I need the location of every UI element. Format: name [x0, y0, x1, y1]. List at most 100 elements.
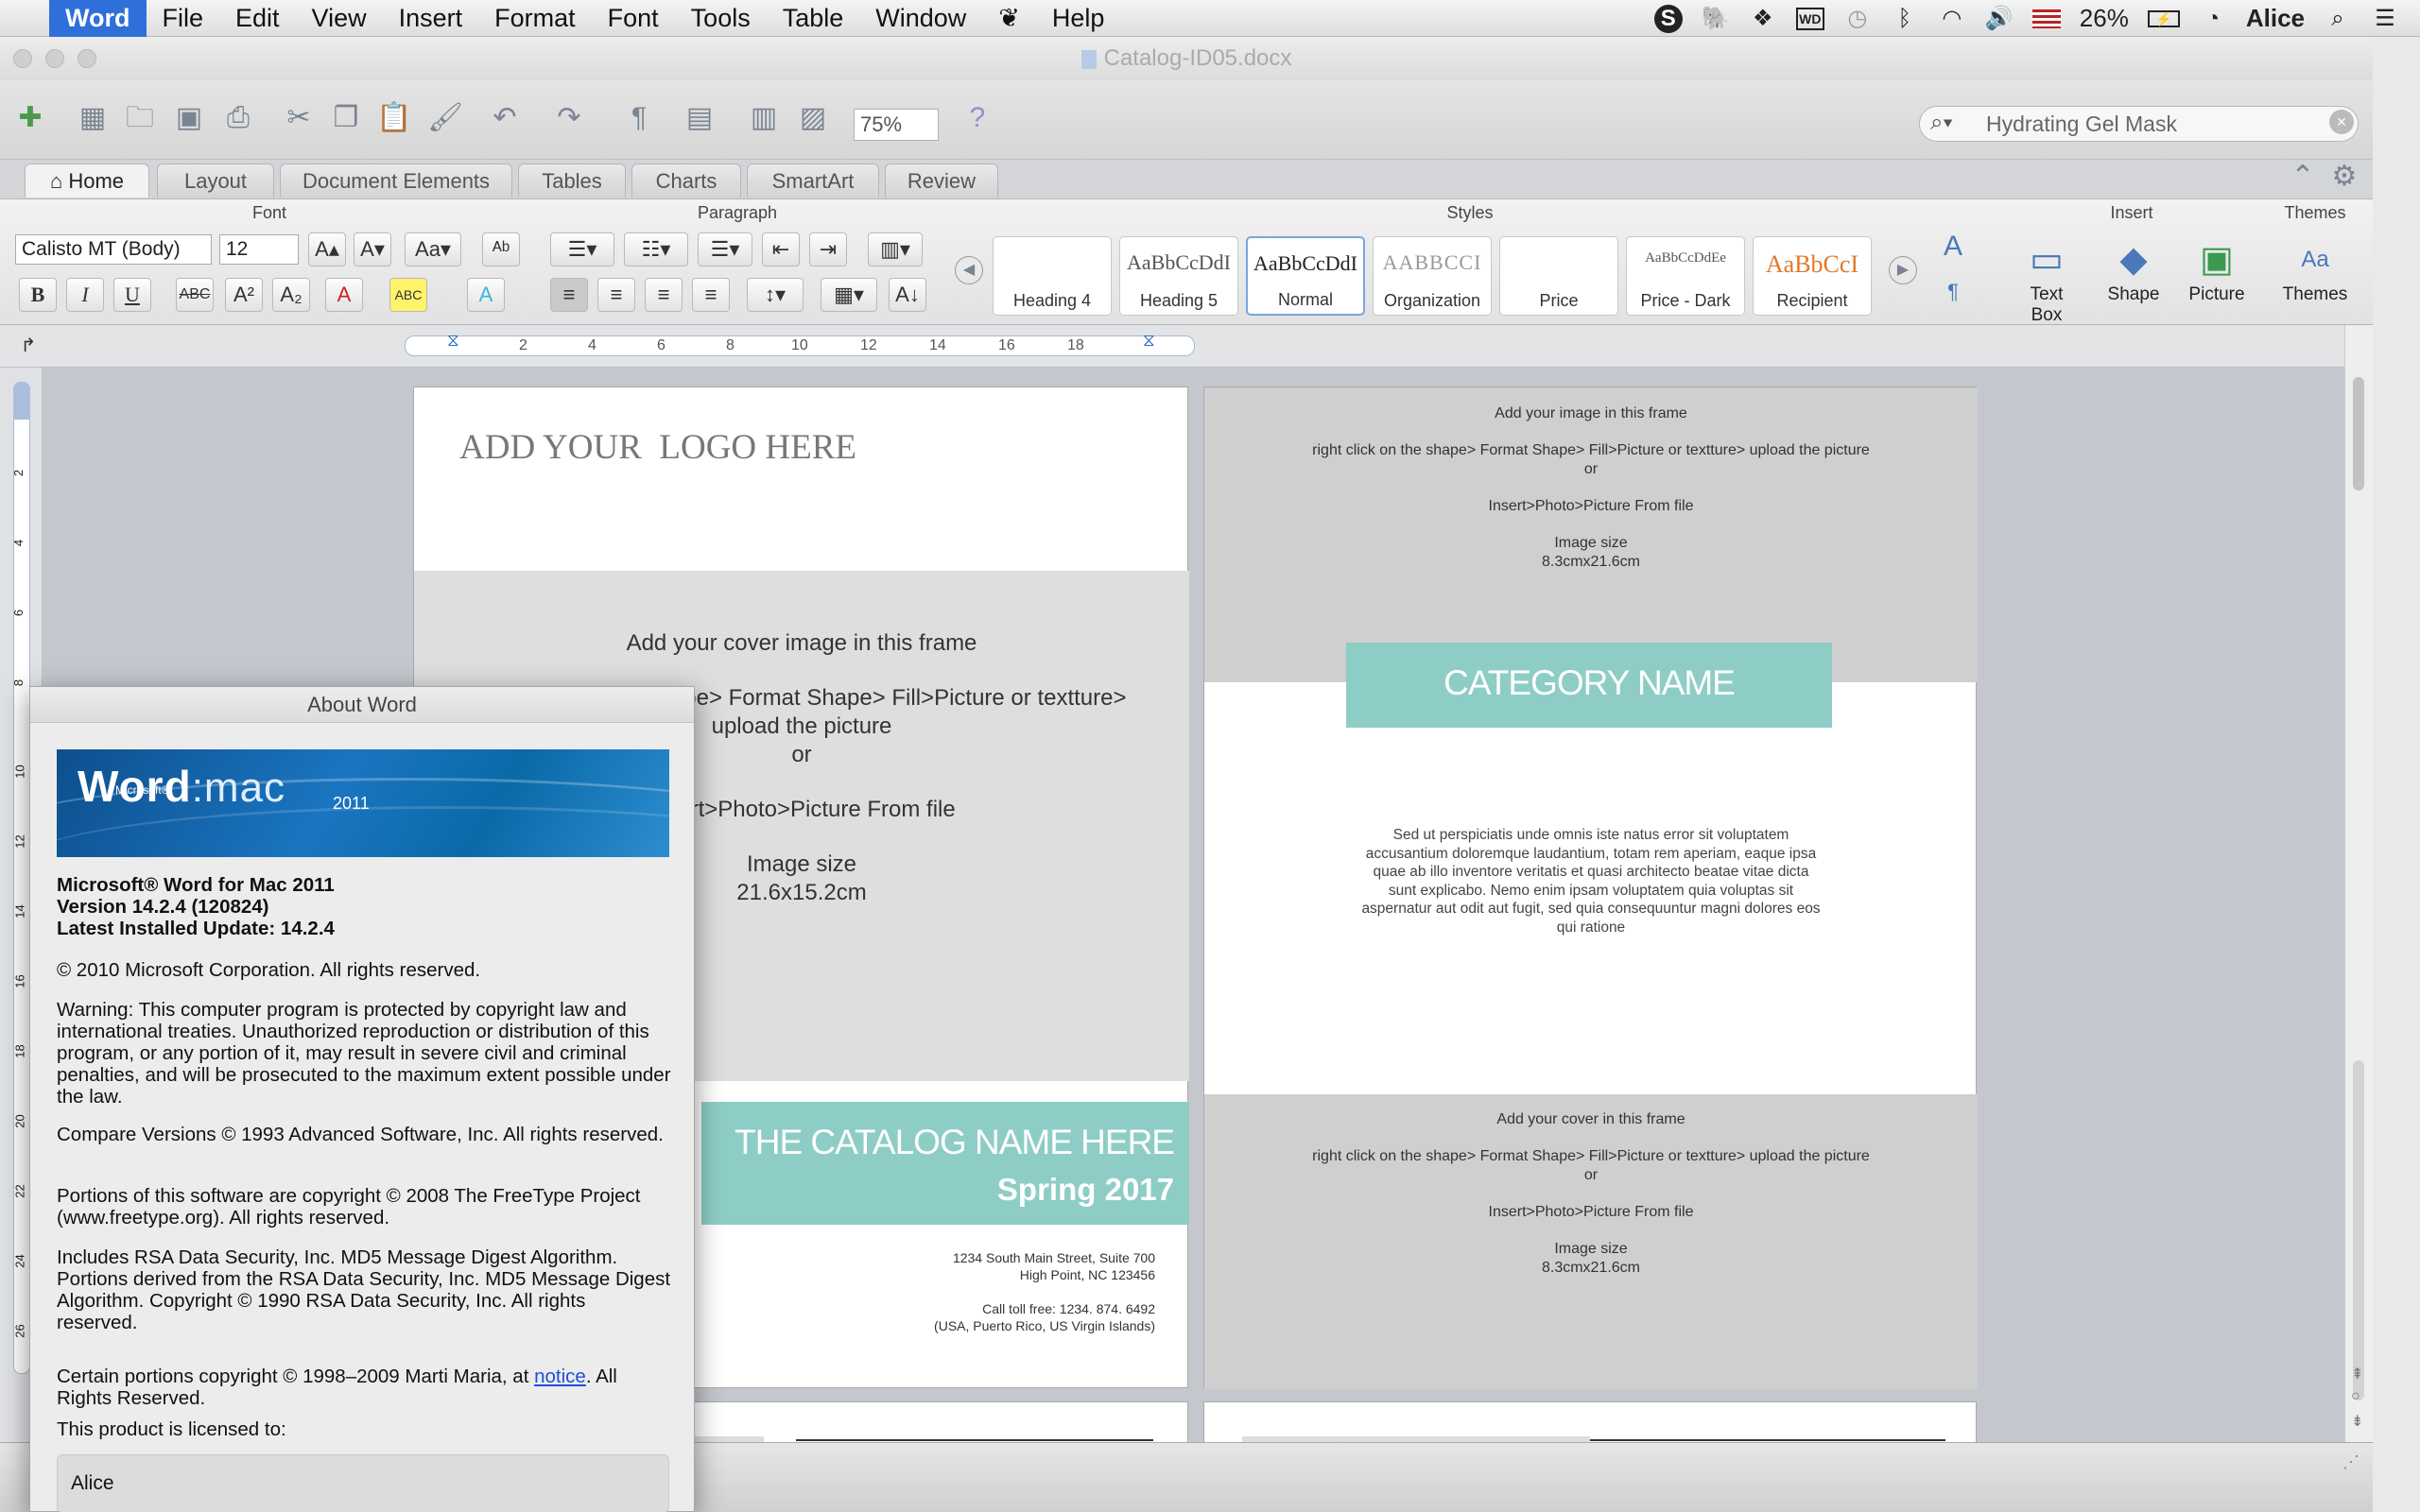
dropbox-icon[interactable]: ❖	[1749, 5, 1777, 33]
sort-icon[interactable]: A↓	[889, 278, 926, 312]
multilevel-list-icon[interactable]: ☰▾	[698, 232, 752, 266]
toolbox-icon[interactable]: ▨	[796, 101, 830, 135]
previous-page-icon[interactable]: ⇞	[2351, 1365, 2363, 1383]
menu-edit[interactable]: Edit	[219, 0, 296, 37]
borders-icon[interactable]: ▦▾	[821, 278, 877, 312]
numbering-icon[interactable]: ☷▾	[624, 232, 688, 266]
clock-icon[interactable]: ◔	[2199, 5, 2227, 33]
vertical-scrollbar[interactable]: ⇞ ○ ⇟	[2344, 325, 2373, 1442]
open-icon[interactable]: 🗀	[123, 101, 157, 135]
tab-stop-selector-icon[interactable]: ↱	[11, 329, 45, 363]
align-left-button[interactable]: ≡	[550, 278, 588, 312]
flag-us-icon[interactable]	[2031, 9, 2061, 28]
menu-app-word[interactable]: Word	[49, 0, 147, 37]
clear-search-icon[interactable]: ×	[2329, 110, 2354, 134]
resize-grip-icon[interactable]: ⋰	[2342, 1452, 2360, 1472]
script-menu-icon[interactable]: ❦	[982, 0, 1036, 37]
style-price-dark[interactable]: AaBbCcDdEe Price - Dark	[1626, 236, 1745, 316]
justify-button[interactable]: ≡	[692, 278, 730, 312]
styles-pane-icon[interactable]: ¶	[1936, 275, 1970, 309]
tab-charts[interactable]: Charts	[631, 163, 741, 198]
right-indent-marker[interactable]: ⧖	[1143, 331, 1155, 351]
superscript-button[interactable]: A²	[225, 278, 263, 312]
volume-icon[interactable]: 🔊	[1985, 5, 2014, 33]
underline-button[interactable]: U	[113, 278, 151, 312]
font-color-icon[interactable]: A	[325, 278, 363, 312]
menu-help[interactable]: Help	[1036, 0, 1121, 37]
clear-formatting-icon[interactable]: ᴬᵇ	[482, 232, 520, 266]
style-normal[interactable]: AaBbCcDdI Normal	[1246, 236, 1365, 316]
tab-review[interactable]: Review	[885, 163, 998, 198]
close-window-button[interactable]	[13, 49, 32, 68]
style-heading-4[interactable]: Heading 4	[993, 236, 1112, 316]
next-right-page[interactable]	[1203, 1401, 1977, 1442]
user-name[interactable]: Alice	[2246, 4, 2305, 33]
scrollbar-thumb-lower[interactable]	[2353, 1060, 2364, 1400]
tab-smartart[interactable]: SmartArt	[747, 163, 879, 198]
new-document-icon[interactable]: ✚	[13, 101, 47, 135]
right-page[interactable]: Add your image in this frame right click…	[1203, 387, 1978, 1389]
menu-file[interactable]: File	[147, 0, 220, 37]
tab-home[interactable]: ⌂ Home	[25, 163, 149, 198]
templates-icon[interactable]: ▦	[76, 101, 110, 135]
tab-document-elements[interactable]: Document Elements	[280, 163, 512, 198]
logo-placeholder[interactable]: ADD YOUR LOGO HERE	[459, 427, 856, 468]
manage-styles-icon[interactable]: A	[1936, 230, 1970, 264]
search-field[interactable]: Hydrating Gel Mask	[1919, 106, 2359, 142]
print-icon[interactable]: ⎙	[221, 101, 255, 135]
help-icon[interactable]: ?	[960, 101, 994, 135]
align-right-button[interactable]: ≡	[645, 278, 683, 312]
battery-percent[interactable]: 26%	[2080, 4, 2129, 33]
strikethrough-button[interactable]: ABC	[176, 278, 214, 312]
ribbon-settings-icon[interactable]: ⚙	[2327, 160, 2361, 194]
time-machine-icon[interactable]: ◷	[1843, 5, 1872, 33]
font-size-field[interactable]: 12	[219, 234, 299, 265]
tab-layout[interactable]: Layout	[157, 163, 274, 198]
paste-icon[interactable]: 📋	[376, 101, 411, 135]
catalog-name[interactable]: THE CATALOG NAME HERE	[701, 1123, 1175, 1162]
undo-icon[interactable]: ↶	[488, 101, 522, 135]
columns-icon[interactable]: ▥▾	[868, 232, 923, 266]
menu-view[interactable]: View	[296, 0, 383, 37]
browse-object-icon[interactable]: ○	[2351, 1388, 2360, 1405]
align-center-button[interactable]: ≡	[597, 278, 635, 312]
search-icon[interactable]: ⌕▾	[1930, 110, 1953, 136]
increase-indent-icon[interactable]: ⇥	[809, 232, 847, 266]
themes-button[interactable]: Aa Themes	[2282, 235, 2348, 305]
collapse-ribbon-icon[interactable]: ⌃	[2286, 160, 2320, 194]
font-name-field[interactable]: Calisto MT (Body)	[15, 234, 212, 265]
style-organization[interactable]: AABBCCI Organization	[1373, 236, 1492, 316]
grow-font-icon[interactable]: A▴	[308, 232, 346, 266]
style-price[interactable]: Price	[1499, 236, 1618, 316]
highlight-icon[interactable]: ABC	[389, 278, 427, 312]
indent-marker[interactable]: ⧖	[447, 331, 459, 351]
bluetooth-icon[interactable]: ᛒ	[1891, 5, 1919, 33]
evernote-icon[interactable]: 🐘	[1702, 5, 1730, 33]
styles-prev-icon[interactable]: ◀	[955, 256, 983, 284]
subscript-button[interactable]: A₂	[272, 278, 310, 312]
category-name[interactable]: CATEGORY NAME	[1346, 663, 1832, 703]
battery-icon[interactable]: ⚡	[2147, 9, 2180, 27]
notice-link[interactable]: notice	[534, 1366, 586, 1387]
menu-font[interactable]: Font	[592, 0, 675, 37]
redo-icon[interactable]: ↷	[552, 101, 586, 135]
wd-drive-icon[interactable]: WD	[1795, 7, 1824, 30]
gallery-icon[interactable]: ▥	[747, 101, 781, 135]
sidebar-icon[interactable]: ▤	[683, 101, 717, 135]
tab-tables[interactable]: Tables	[518, 163, 626, 198]
shrink-font-icon[interactable]: A▾	[354, 232, 391, 266]
decrease-indent-icon[interactable]: ⇤	[762, 232, 800, 266]
minimize-window-button[interactable]	[45, 49, 64, 68]
zoom-field[interactable]: 75%	[854, 109, 939, 141]
bold-button[interactable]: B	[19, 278, 57, 312]
menu-tools[interactable]: Tools	[675, 0, 767, 37]
menu-format[interactable]: Format	[478, 0, 592, 37]
style-heading-5[interactable]: AaBbCcDdI Heading 5	[1119, 236, 1238, 316]
insert-text-box-button[interactable]: ▭ Text Box	[2014, 235, 2080, 326]
save-icon[interactable]: ▣	[172, 101, 206, 135]
menu-table[interactable]: Table	[767, 0, 860, 37]
notification-center-icon[interactable]: ☰	[2371, 5, 2399, 33]
horizontal-ruler[interactable]: 2 4 6 8 10 12 14 16 18 ⧖ ⧖	[405, 331, 1195, 356]
wifi-icon[interactable]: ◠	[1938, 5, 1966, 33]
insert-shape-button[interactable]: ◆ Shape	[2100, 235, 2167, 305]
